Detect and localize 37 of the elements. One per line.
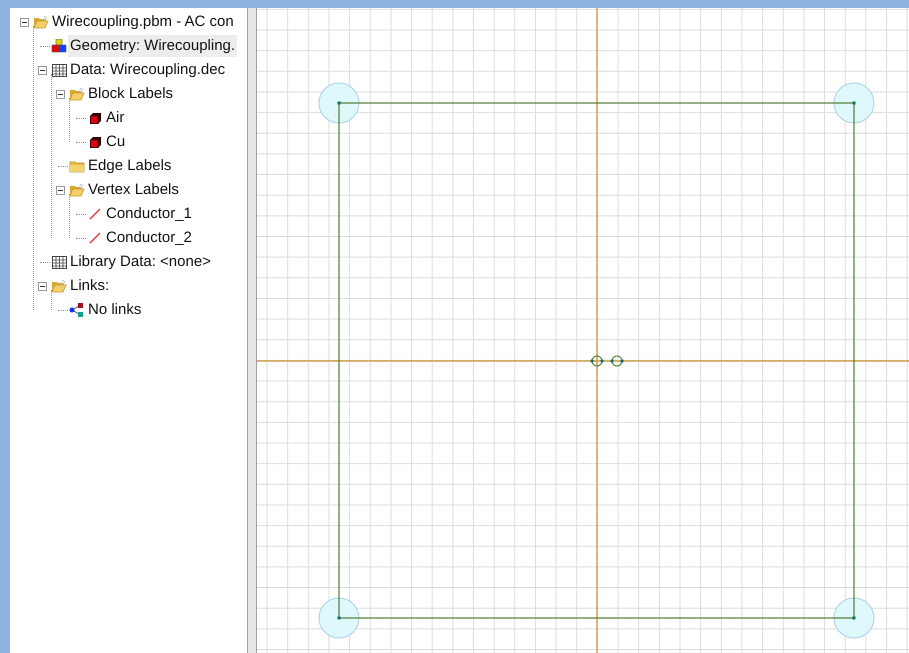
node-point (338, 102, 340, 104)
tree-item[interactable]: Edge Labels (86, 155, 174, 177)
vertex-circle (318, 82, 360, 124)
cube-icon (90, 112, 100, 124)
slash-icon (89, 208, 101, 220)
vertex-circle (834, 598, 874, 638)
collapse-icon[interactable] (38, 282, 46, 290)
vertex-circle (834, 82, 874, 124)
table-icon (52, 256, 66, 268)
tree-item[interactable]: Conductor_2 (104, 227, 194, 249)
tree-item[interactable]: Conductor_1 (104, 203, 194, 225)
slash-icon (89, 232, 101, 244)
collapse-icon[interactable] (56, 90, 64, 98)
node-point (852, 616, 856, 620)
tree-item[interactable]: Cu (104, 131, 128, 153)
tree-item[interactable]: No links (86, 299, 144, 321)
blocks-icon (51, 39, 67, 53)
tree-item[interactable]: Geometry: Wirecoupling. (68, 35, 238, 57)
wire-drawing (590, 356, 604, 366)
cube-icon (90, 136, 100, 148)
tree-item[interactable]: Wirecoupling.pbm - AC con (50, 11, 236, 33)
tree-item[interactable]: Vertex Labels (86, 179, 181, 201)
tree-item[interactable]: Data: Wirecoupling.dec (68, 59, 228, 81)
folder-icon (69, 160, 85, 172)
links-icon (69, 303, 85, 317)
tree-item[interactable]: Block Labels (86, 83, 176, 105)
node-point (338, 616, 340, 620)
collapse-icon[interactable] (56, 186, 64, 194)
tree-item[interactable]: Air (104, 107, 126, 129)
collapse-icon[interactable] (20, 18, 28, 26)
wire-drawing (610, 356, 624, 366)
collapse-icon[interactable] (38, 66, 46, 74)
tree-item[interactable]: Library Data: <none> (68, 251, 213, 273)
vertex-circle (318, 598, 360, 638)
tree-item[interactable]: Links: (68, 275, 112, 297)
node-point (852, 102, 856, 104)
table-icon (52, 64, 66, 76)
